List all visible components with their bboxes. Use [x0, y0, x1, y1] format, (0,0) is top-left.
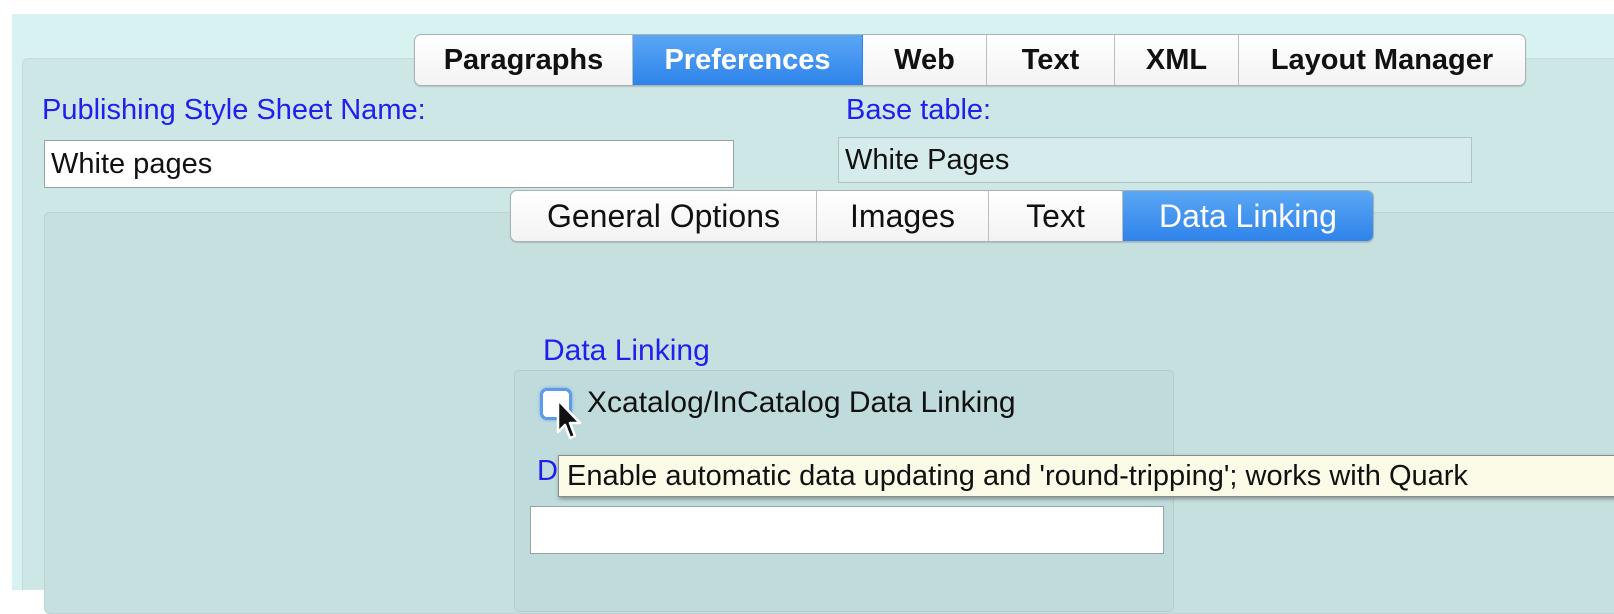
data-linking-field[interactable] — [530, 506, 1164, 554]
tab-paragraphs[interactable]: Paragraphs — [415, 35, 633, 85]
base-table-field: White Pages — [838, 137, 1472, 183]
tooltip: Enable automatic data updating and 'roun… — [558, 455, 1614, 497]
tab-general-options[interactable]: General Options — [511, 191, 817, 241]
top-tab-bar: Paragraphs Preferences Web Text XML Layo… — [414, 34, 1526, 86]
tab-images[interactable]: Images — [817, 191, 989, 241]
inner-tab-bar: General Options Images Text Data Linking — [510, 190, 1374, 242]
tab-text[interactable]: Text — [987, 35, 1115, 85]
data-linking-section-label: Data Linking — [543, 334, 710, 367]
tab-web[interactable]: Web — [863, 35, 987, 85]
arrow-cursor-icon — [556, 398, 582, 440]
style-sheet-name-label: Publishing Style Sheet Name: — [42, 94, 426, 126]
tab-inner-text[interactable]: Text — [989, 191, 1123, 241]
tab-xml[interactable]: XML — [1115, 35, 1239, 85]
tab-preferences[interactable]: Preferences — [633, 35, 863, 85]
tooltip-text: Enable automatic data updating and 'roun… — [567, 459, 1468, 492]
style-sheet-name-field[interactable]: White pages — [44, 140, 734, 188]
data-field-label: D — [537, 455, 558, 487]
base-table-label: Base table: — [846, 94, 992, 126]
tab-data-linking[interactable]: Data Linking — [1123, 191, 1373, 241]
data-linking-checkbox-label[interactable]: Xcatalog/InCatalog Data Linking — [587, 386, 1016, 420]
tab-layout-manager[interactable]: Layout Manager — [1239, 35, 1525, 85]
